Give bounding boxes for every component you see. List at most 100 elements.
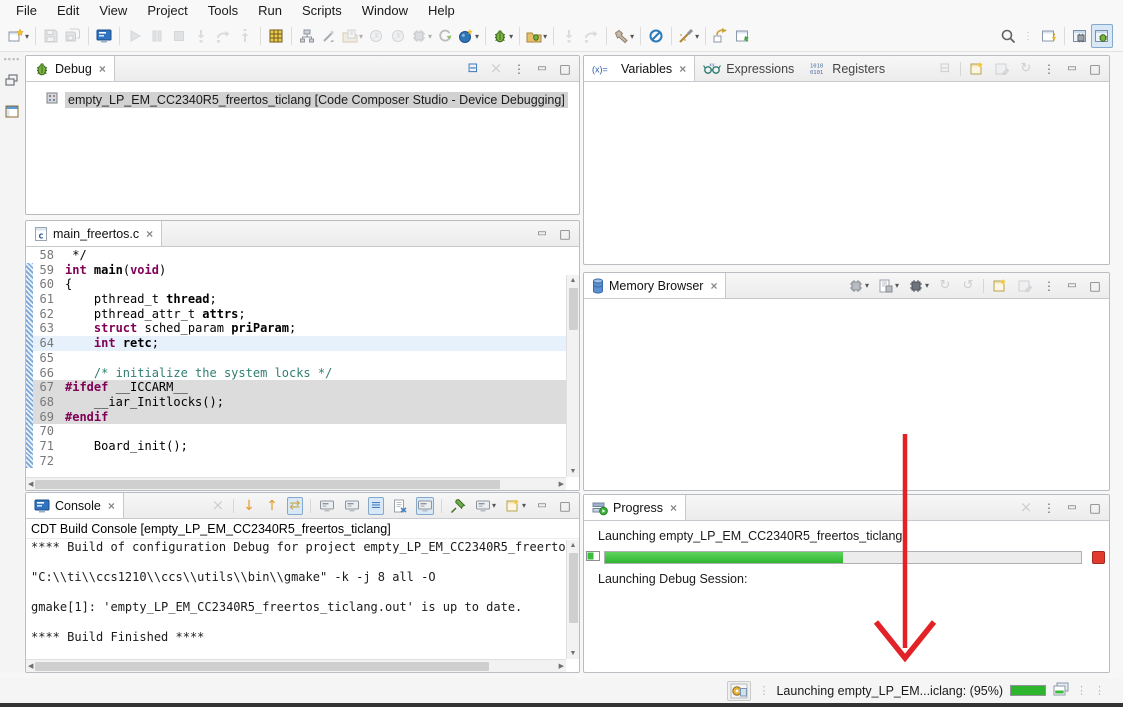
step-over-button[interactable] — [212, 24, 234, 48]
menu-window[interactable]: Window — [352, 1, 418, 20]
minimize-button[interactable]: ▭ — [1064, 499, 1080, 517]
code-line-59[interactable]: 59int main(void) — [26, 263, 566, 278]
scroll-down-icon[interactable]: ▼ — [568, 466, 579, 477]
maximize-button[interactable]: □ — [1087, 499, 1103, 517]
display-console-button[interactable]: ▾ — [474, 497, 497, 515]
code-line-70[interactable]: 70 — [26, 424, 566, 439]
minimize-button[interactable]: ▭ — [1064, 60, 1080, 78]
scroll-right-icon[interactable]: ▶ — [557, 478, 566, 490]
maximize-button[interactable]: □ — [557, 497, 573, 515]
reset-cpu-button[interactable] — [434, 24, 456, 48]
clear-console-button[interactable] — [391, 497, 409, 515]
close-icon[interactable]: × — [670, 501, 677, 515]
switch-perspective-button[interactable] — [710, 24, 732, 48]
rail-grip[interactable]: ▪▪▪▪ — [4, 54, 21, 64]
flash-device-button[interactable]: ▾ — [409, 24, 434, 48]
terminate-button[interactable] — [168, 24, 190, 48]
refresh-button[interactable]: ↻ — [1018, 60, 1034, 78]
background-operations-icon[interactable] — [1053, 682, 1069, 699]
view-menu-button[interactable]: ⋮ — [511, 60, 527, 78]
registers-grid-button[interactable] — [265, 24, 287, 48]
new-expression-button[interactable] — [968, 60, 986, 78]
collapse-all-button[interactable]: ⊟ — [465, 60, 481, 78]
task-progress-icon[interactable] — [586, 548, 600, 566]
connect-target-button[interactable] — [296, 24, 318, 48]
tab-console[interactable]: Console× — [25, 493, 124, 518]
menu-scripts[interactable]: Scripts — [292, 1, 352, 20]
tab-variables[interactable]: (x)=Variables× — [583, 56, 695, 81]
close-icon[interactable]: × — [146, 227, 153, 241]
refresh-button[interactable]: ↻ — [937, 277, 953, 295]
menu-project[interactable]: Project — [137, 1, 197, 20]
console-output[interactable]: **** Build of configuration Debug for pr… — [31, 540, 565, 658]
minimize-button[interactable]: ▭ — [534, 60, 550, 78]
minimize-button[interactable]: ▭ — [534, 497, 550, 515]
close-icon[interactable]: × — [679, 62, 686, 76]
open-console-button[interactable]: ▾ — [504, 497, 527, 515]
code-line-72[interactable]: 72 — [26, 454, 566, 469]
menu-help[interactable]: Help — [418, 1, 465, 20]
restart-clock-button[interactable] — [365, 24, 387, 48]
scroll-right-icon[interactable]: ▶ — [557, 660, 566, 672]
search-button[interactable] — [997, 24, 1019, 48]
remove-all-button[interactable]: × — [488, 60, 504, 78]
new-wizard-button[interactable]: ▾ — [6, 24, 31, 48]
ccs-edit-perspective-button[interactable] — [1069, 24, 1091, 48]
tab-expressions[interactable]: xyExpressions — [695, 56, 802, 81]
code-line-64[interactable]: 64 int retc; — [26, 336, 566, 351]
new-window-button[interactable] — [732, 24, 754, 48]
code-line-71[interactable]: 71 Board_init(); — [26, 439, 566, 454]
code-line-61[interactable]: 61 pthread_t thread; — [26, 292, 566, 307]
view-menu-button[interactable]: ⋮ — [1041, 60, 1057, 78]
scroll-thumb[interactable] — [35, 662, 489, 671]
ccs-debug-perspective-button[interactable] — [1091, 24, 1113, 48]
target-select-button[interactable]: ▾ — [847, 277, 870, 295]
view-menu-button[interactable]: ⋮ — [1041, 499, 1057, 517]
menu-file[interactable]: File — [6, 1, 47, 20]
lock-console-button[interactable] — [343, 497, 361, 515]
auto-connect-button[interactable] — [318, 24, 340, 48]
show-next-console-button[interactable]: ↓ — [241, 497, 257, 515]
maximize-button[interactable]: □ — [557, 60, 573, 78]
target-config-button[interactable]: ▾ — [456, 24, 481, 48]
new-tab-button[interactable] — [991, 277, 1009, 295]
code-line-67[interactable]: 67#ifdef __ICCARM__ — [26, 380, 566, 395]
restore-view-button[interactable] — [4, 72, 20, 93]
suspend-button[interactable] — [146, 24, 168, 48]
code-line-69[interactable]: 69#endif — [26, 410, 566, 425]
show-stdout-button[interactable] — [318, 497, 336, 515]
maximize-button[interactable]: □ — [557, 225, 573, 243]
menu-tools[interactable]: Tools — [198, 1, 248, 20]
scroll-lock-button[interactable] — [416, 497, 434, 515]
console-horizontal-scrollbar[interactable]: ◀ ▶ — [26, 659, 566, 672]
code-line-66[interactable]: 66 /* initialize the system locks */ — [26, 366, 566, 381]
resume-button[interactable] — [124, 24, 146, 48]
step-return-button[interactable] — [234, 24, 256, 48]
retarget-run-button[interactable] — [580, 24, 602, 48]
remove-all-button[interactable]: × — [1018, 499, 1034, 517]
load-memory-button[interactable]: ▾ — [907, 277, 930, 295]
step-into-button[interactable] — [190, 24, 212, 48]
word-wrap-button[interactable]: ≡ — [368, 497, 384, 515]
show-prev-console-button[interactable]: ↑ — [264, 497, 280, 515]
highlight-tool-button[interactable]: ▾ — [676, 24, 701, 48]
build-button[interactable]: ▾ — [611, 24, 636, 48]
auto-refresh-button[interactable]: ↺ — [960, 277, 976, 295]
open-perspective-button[interactable] — [1038, 24, 1060, 48]
pin-console-button[interactable] — [449, 497, 467, 515]
close-icon[interactable]: × — [99, 62, 106, 76]
console-switch-button[interactable]: ⇄ — [287, 497, 303, 515]
terminate-button[interactable]: × — [210, 497, 226, 515]
reset-clock-button[interactable] — [387, 24, 409, 48]
minimize-button[interactable]: ▭ — [1064, 277, 1080, 295]
code-line-62[interactable]: 62 pthread_attr_t attrs; — [26, 307, 566, 322]
scroll-up-icon[interactable]: ▲ — [568, 540, 579, 551]
scroll-thumb[interactable] — [569, 553, 578, 623]
debug-launch-button[interactable]: ▾ — [490, 24, 515, 48]
tab-debug[interactable]: Debug× — [25, 56, 115, 81]
cancel-operation-button[interactable] — [1092, 551, 1105, 564]
editor-horizontal-scrollbar[interactable]: ◀ ▶ — [26, 477, 566, 490]
code-line-58[interactable]: 58 */ — [26, 248, 566, 263]
menu-view[interactable]: View — [89, 1, 137, 20]
retarget-step-button[interactable] — [558, 24, 580, 48]
